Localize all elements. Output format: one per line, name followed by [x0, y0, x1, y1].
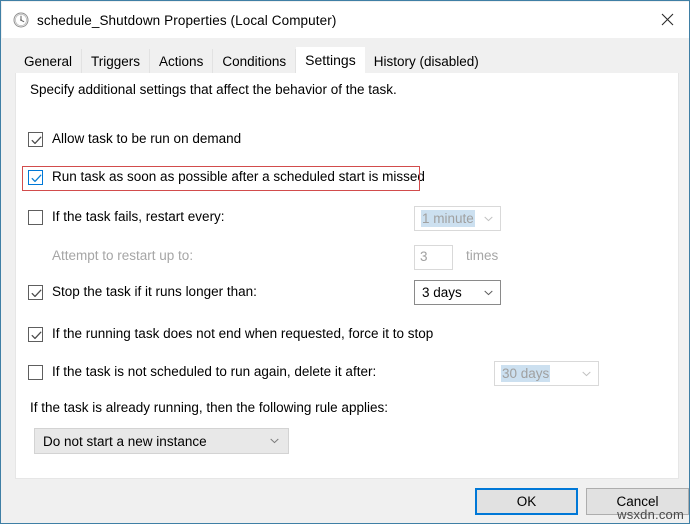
setting-row-delete-after: If the task is not scheduled to run agai…: [16, 361, 680, 386]
setting-row-stop-if-longer: Stop the task if it runs longer than: 3 …: [16, 280, 680, 305]
restart-interval-value: 1 minute: [421, 210, 475, 227]
tab-general-label: General: [24, 53, 73, 69]
restart-count-input[interactable]: 3: [414, 245, 453, 270]
task-properties-window: schedule_Shutdown Properties (Local Comp…: [0, 0, 690, 524]
label-running-rule: If the task is already running, then the…: [30, 400, 388, 415]
title-bar: schedule_Shutdown Properties (Local Comp…: [2, 2, 689, 38]
setting-row-restart-on-failure: If the task fails, restart every: 1 minu…: [16, 206, 680, 231]
stop-after-value: 3 days: [422, 285, 462, 300]
checkbox-restart-on-failure[interactable]: [28, 210, 43, 225]
restart-count-value: 3: [420, 249, 428, 264]
label-restart-on-failure: If the task fails, restart every:: [52, 209, 225, 224]
setting-row-attempt-restart: Attempt to restart up to: 3 times: [16, 245, 680, 270]
tab-settings[interactable]: Settings: [296, 47, 365, 73]
setting-row-rule-label: If the task is already running, then the…: [16, 397, 680, 421]
label-allow-on-demand: Allow task to be run on demand: [52, 131, 242, 146]
checkbox-stop-if-longer[interactable]: [28, 285, 43, 300]
running-rule-dropdown[interactable]: Do not start a new instance: [34, 428, 289, 454]
checkbox-delete-after[interactable]: [28, 365, 43, 380]
tab-strip: General Triggers Actions Conditions Sett…: [15, 47, 488, 73]
setting-row-force-stop: If the running task does not end when re…: [16, 323, 680, 347]
window-title: schedule_Shutdown Properties (Local Comp…: [37, 12, 337, 28]
panel-description: Specify additional settings that affect …: [30, 82, 397, 97]
setting-row-allow-on-demand: Allow task to be run on demand: [16, 128, 680, 152]
tab-actions-label: Actions: [159, 53, 204, 69]
label-delete-after: If the task is not scheduled to run agai…: [52, 364, 377, 379]
tab-general[interactable]: General: [15, 49, 83, 73]
chevron-down-icon: [582, 371, 591, 377]
checkbox-run-asap[interactable]: [28, 170, 43, 185]
stop-after-dropdown[interactable]: 3 days: [414, 280, 501, 305]
close-icon[interactable]: [644, 2, 689, 37]
tab-history[interactable]: History (disabled): [364, 49, 488, 73]
tab-triggers-label: Triggers: [91, 53, 141, 69]
restart-interval-dropdown[interactable]: 1 minute: [414, 206, 501, 231]
setting-row-run-asap: Run task as soon as possible after a sch…: [16, 166, 680, 191]
chevron-down-icon: [270, 438, 279, 444]
tab-actions[interactable]: Actions: [150, 49, 214, 73]
settings-panel: Specify additional settings that affect …: [15, 73, 679, 479]
label-run-asap: Run task as soon as possible after a sch…: [52, 169, 425, 184]
tab-conditions-label: Conditions: [222, 53, 287, 69]
ok-button[interactable]: OK: [475, 488, 578, 515]
tab-history-label: History (disabled): [373, 53, 479, 69]
label-stop-if-longer: Stop the task if it runs longer than:: [52, 284, 257, 299]
delete-after-dropdown[interactable]: 30 days: [494, 361, 599, 386]
chevron-down-icon: [484, 216, 493, 222]
checkbox-allow-on-demand[interactable]: [28, 132, 43, 147]
label-force-stop: If the running task does not end when re…: [52, 326, 434, 341]
label-attempt-restart: Attempt to restart up to:: [52, 248, 194, 263]
chevron-down-icon: [484, 290, 493, 296]
clock-icon: [13, 12, 29, 28]
delete-after-value: 30 days: [501, 365, 551, 382]
tab-triggers[interactable]: Triggers: [82, 49, 151, 73]
running-rule-value: Do not start a new instance: [43, 433, 207, 449]
checkbox-force-stop[interactable]: [28, 327, 43, 342]
tab-conditions[interactable]: Conditions: [213, 49, 297, 73]
restart-count-suffix: times: [466, 248, 499, 263]
watermark: wsxdn.com: [617, 507, 684, 522]
tab-settings-label: Settings: [305, 52, 356, 68]
ok-button-label: OK: [516, 494, 537, 509]
